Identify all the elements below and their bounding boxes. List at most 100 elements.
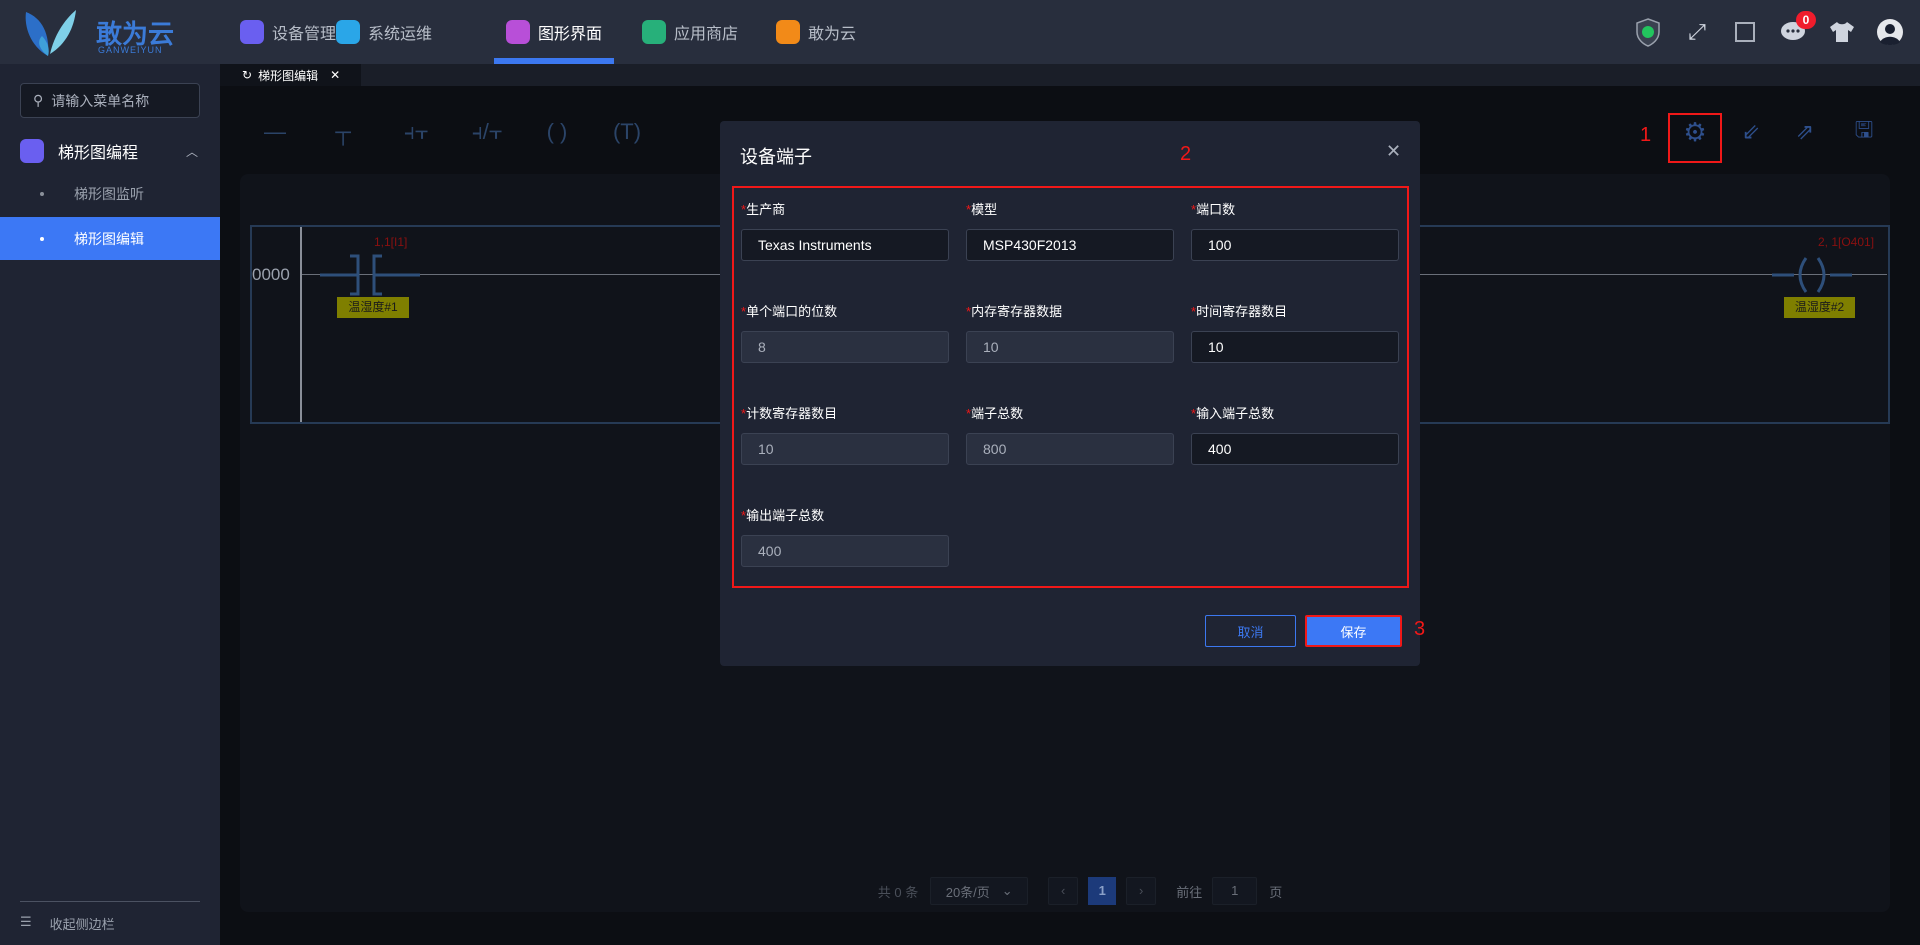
save-disk-icon[interactable]: 🖫 (1844, 117, 1884, 146)
search-placeholder: 请输入菜单名称 (51, 92, 150, 109)
close-tab-icon[interactable]: ✕ (330, 68, 340, 82)
shield-icon[interactable] (1632, 16, 1664, 48)
close-dialog-icon[interactable]: ✕ (1386, 141, 1401, 162)
field-label: *模型 (966, 199, 997, 218)
logo-subtitle: GANWEIYUN (98, 45, 163, 55)
nav-device-management[interactable]: 设备管理 (240, 0, 336, 64)
collapse-sidebar-button[interactable]: ☰ 收起侧边栏 (20, 914, 115, 933)
settings-gear-icon[interactable]: ⚙ (1675, 117, 1715, 147)
menu-group-label: 梯形图编程 (58, 145, 139, 162)
nav-label: 图形界面 (538, 26, 603, 43)
field-input: 800 (966, 433, 1174, 465)
chevron-down-icon: ⌄ (1001, 883, 1013, 898)
coil-tool-icon[interactable]: ( ) (537, 118, 577, 146)
page-1-button[interactable]: 1 (1088, 877, 1117, 905)
field-label-text: 端口数 (1196, 202, 1236, 217)
timer-tool-icon[interactable]: (T) (607, 118, 647, 146)
export-icon[interactable]: ⇗ (1785, 118, 1825, 146)
fullscreen-icon[interactable] (1729, 16, 1761, 48)
wrench-icon (336, 20, 360, 44)
notification-badge: 0 (1796, 11, 1816, 29)
line-tool-icon[interactable]: — (255, 118, 295, 146)
refresh-icon: ↻ (242, 68, 253, 82)
page-size-value: 20条/页 (945, 884, 990, 900)
nav-ganweiyun[interactable]: 敢为云 (776, 0, 856, 64)
field-input[interactable]: 400 (1191, 433, 1399, 465)
device-terminal-dialog: 设备端子 2 ✕ *生产商 Texas Instruments *模型 MSP430F… (720, 121, 1425, 666)
butterfly-icon (776, 20, 800, 44)
prev-page-button[interactable]: ‹ (1048, 877, 1079, 905)
nav-graphic-ui[interactable]: 图形界面 (493, 0, 615, 64)
left-power-rail (300, 227, 302, 422)
divider (20, 901, 200, 902)
search-icon: ⚲ (33, 92, 44, 108)
tab-label: 梯形图编辑 (258, 68, 319, 83)
field-input[interactable]: MSP430F2013 (966, 229, 1174, 261)
expand-icon[interactable]: ⤢ (1681, 16, 1713, 48)
nc-contact-tool-icon[interactable]: ⫞/⫟ (467, 118, 507, 146)
annotation-3: 3 (1414, 618, 1426, 640)
goto-page-input[interactable]: 1 (1212, 877, 1258, 905)
nav-label: 应用商店 (674, 26, 739, 43)
monitor-icon (506, 20, 530, 44)
sidebar-item-ladder-monitor[interactable]: 梯形图监听 (0, 172, 220, 215)
pagination: 共 0 条 20条/页 ⌄ ‹ 1 › 前往 1 页 (870, 876, 1290, 906)
field-input[interactable]: Texas Instruments (741, 229, 949, 261)
user-avatar[interactable] (1874, 16, 1906, 48)
field-input: 400 (741, 535, 949, 567)
bullet-icon (40, 191, 44, 196)
nav-app-store[interactable]: 应用商店 (642, 0, 738, 64)
field-label-text: 输入端子总数 (1196, 406, 1275, 421)
field-label-text: 时间寄存器数目 (1196, 304, 1288, 319)
dialog-title: 设备端子 (740, 147, 812, 167)
sidebar: ⚲ 请输入菜单名称 梯形图编程 ︿ 梯形图监听 梯形图编辑 ☰ 收起侧边栏 (0, 64, 220, 945)
field-label: *生产商 (741, 199, 785, 218)
no-contact-icon[interactable] (320, 254, 422, 296)
annotation-1: 1 (1640, 124, 1652, 146)
nav-system-ops[interactable]: 系统运维 (336, 0, 432, 64)
tab-ladder-edit[interactable]: ↻ 梯形图编辑 ✕ (220, 64, 361, 86)
contact-address: 1,1[I1] (374, 235, 408, 249)
cancel-button[interactable]: 取消 (1205, 615, 1296, 647)
collapse-label: 收起侧边栏 (49, 917, 115, 932)
save-button[interactable]: 保存 (1305, 615, 1402, 647)
annotation-2: 2 (1180, 143, 1192, 165)
field-label: *端子总数 (966, 403, 1023, 422)
field-label-text: 单个端口的位数 (746, 304, 838, 319)
no-contact-tool-icon[interactable]: ⫞⫟ (396, 118, 436, 146)
top-header: 敢为云 GANWEIYUN 设备管理 系统运维 图形界面 应用商店 敢为云 ⤢ … (0, 0, 1920, 64)
sidebar-item-ladder-edit[interactable]: 梯形图编辑 (0, 217, 220, 260)
field-label-text: 计数寄存器数目 (746, 406, 838, 421)
field-label: *计数寄存器数目 (741, 403, 837, 422)
item-label: 梯形图编辑 (74, 230, 144, 247)
page-size-select[interactable]: 20条/页 ⌄ (930, 877, 1029, 905)
field-input[interactable]: 100 (1191, 229, 1399, 261)
field-label-text: 输出端子总数 (746, 508, 825, 523)
total-count: 共 0 条 (877, 884, 919, 900)
nav-label: 设备管理 (272, 26, 337, 43)
theme-shirt-icon[interactable] (1826, 16, 1858, 48)
store-icon (642, 20, 666, 44)
contact-name-label: 温湿度#1 (337, 297, 409, 318)
coil-name-label: 温湿度#2 (1784, 297, 1855, 318)
device-icon (240, 20, 264, 44)
next-page-button[interactable]: › (1126, 877, 1157, 905)
bullet-icon (40, 236, 44, 241)
menu-search-input[interactable]: ⚲ 请输入菜单名称 (20, 83, 200, 118)
nav-label: 系统运维 (368, 26, 433, 43)
field-input[interactable]: 10 (1191, 331, 1399, 363)
field-input: 10 (741, 433, 949, 465)
coil-icon[interactable] (1772, 254, 1852, 296)
field-label: *端口数 (1191, 199, 1235, 218)
field-label: *单个端口的位数 (741, 301, 837, 320)
field-label: *时间寄存器数目 (1191, 301, 1287, 320)
field-label: *输入端子总数 (1191, 403, 1274, 422)
field-label-text: 生产商 (746, 202, 786, 217)
menu-group-ladder-programming[interactable]: 梯形图编程 ︿ (0, 135, 220, 167)
field-label-text: 内存寄存器数据 (971, 304, 1063, 319)
field-label-text: 模型 (971, 202, 998, 217)
import-icon[interactable]: ⇙ (1731, 118, 1771, 146)
rung-number: 0000 (252, 265, 290, 284)
field-label-text: 端子总数 (971, 406, 1024, 421)
branch-tool-icon[interactable]: ┬ (323, 118, 363, 146)
